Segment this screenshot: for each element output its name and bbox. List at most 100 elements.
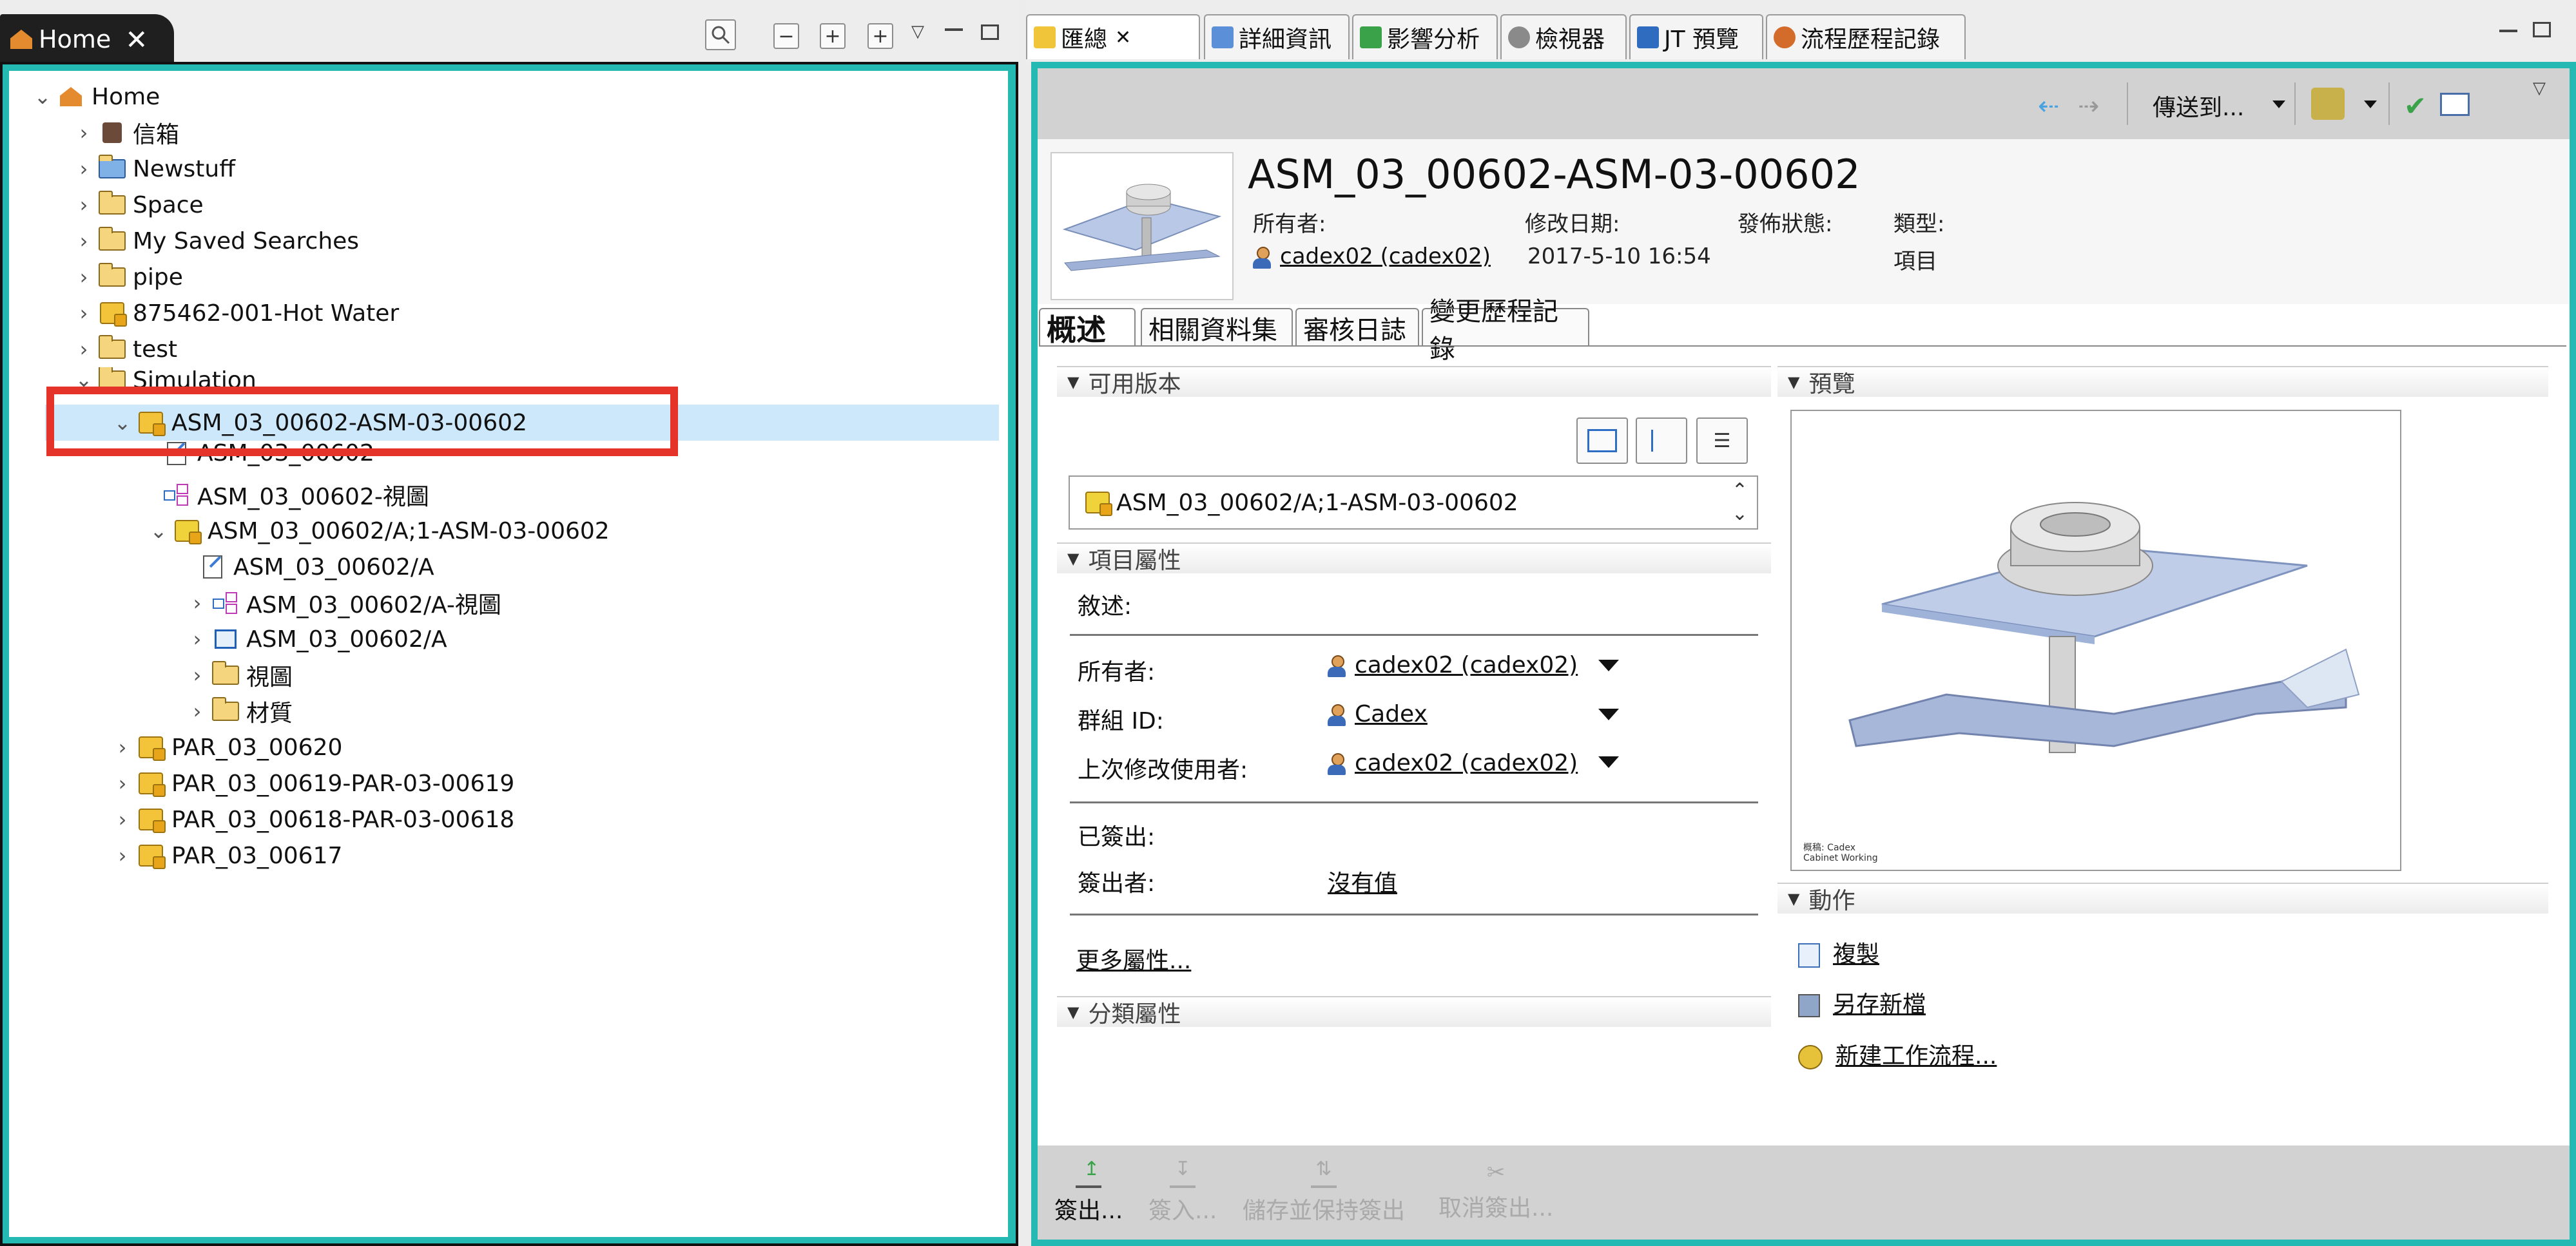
workflow-dropdown-icon[interactable]	[2364, 101, 2377, 108]
minimize-icon[interactable]	[945, 28, 963, 31]
last-modifier-value[interactable]: cadex02 (cadex02)	[1328, 750, 1578, 776]
minimize-icon[interactable]	[2499, 30, 2517, 32]
tab-viewer[interactable]: 檢視器	[1500, 14, 1627, 59]
tree-node-newstuff[interactable]: › Newstuff	[71, 151, 235, 187]
action-new-workflow[interactable]: 新建工作流程...	[1798, 1037, 1997, 1071]
check-icon[interactable]: ✔	[2404, 90, 2426, 122]
chevron-right-icon[interactable]: ›	[184, 699, 210, 724]
tab-change-history[interactable]: 變更歷程記錄	[1422, 297, 1589, 364]
chevron-right-icon[interactable]: ›	[71, 120, 97, 145]
chevron-right-icon[interactable]: ›	[110, 771, 135, 796]
save-keep-checkout-button[interactable]: ⇅ 儲存並保持簽出	[1243, 1160, 1405, 1225]
tree-node-home[interactable]: ⌄ Home	[30, 79, 160, 115]
checkin-button[interactable]: ↧ 簽入...	[1148, 1160, 1217, 1225]
tree-node-asm-revision[interactable]: ⌄ ASM_03_00602/A;1-ASM-03-00602	[146, 513, 610, 549]
section-actions[interactable]: ▼ 動作	[1777, 883, 2548, 914]
view-menu-icon[interactable]: ▽	[2533, 79, 2546, 98]
forward-arrow-icon[interactable]: ⇢	[2078, 91, 2100, 121]
checked-out-by-value[interactable]: 沒有值	[1328, 865, 1397, 898]
chevron-right-icon[interactable]: ›	[71, 157, 97, 181]
collapse-all-icon[interactable]: −	[773, 23, 799, 49]
tree-node-hot-water[interactable]: › 875462-001-Hot Water	[71, 295, 399, 331]
chevron-right-icon[interactable]: ›	[71, 193, 97, 217]
section-available-revisions[interactable]: ▼ 可用版本	[1057, 366, 1771, 398]
tree-node-par-619[interactable]: › PAR_03_00619-PAR-03-00619	[110, 765, 514, 801]
list-view-icon[interactable]: ☰	[1696, 417, 1748, 464]
chevron-right-icon[interactable]: ›	[71, 301, 97, 325]
chevron-right-icon[interactable]: ›	[71, 229, 97, 253]
action-save-as[interactable]: 另存新檔	[1798, 986, 1926, 1019]
close-icon[interactable]: ✕	[1115, 26, 1131, 49]
owner-label: 所有者:	[1253, 211, 1326, 237]
checkout-button[interactable]: ↥ 簽出...	[1054, 1160, 1123, 1225]
tree-node-saved-searches[interactable]: › My Saved Searches	[71, 223, 359, 259]
section-item-properties[interactable]: ▼ 項目屬性	[1057, 542, 1771, 574]
owner-prop-label: 所有者:	[1078, 659, 1156, 685]
search-icon[interactable]	[705, 19, 736, 50]
tree-node-rev-document[interactable]: ASM_03_00602/A	[197, 549, 434, 585]
section-preview[interactable]: ▼ 預覽	[1777, 366, 2548, 398]
chevron-right-icon[interactable]: ›	[184, 591, 210, 615]
chevron-down-icon[interactable]: ⌄	[146, 519, 171, 543]
action-copy[interactable]: 複製	[1798, 935, 1879, 969]
more-properties-link[interactable]: 更多屬性...	[1076, 942, 1191, 975]
send-to-dropdown-icon[interactable]	[2272, 101, 2285, 108]
chevron-right-icon[interactable]: ›	[110, 735, 135, 760]
tab-audit-log[interactable]: 審核日誌	[1295, 308, 1419, 347]
chevron-right-icon[interactable]: ›	[71, 337, 97, 361]
tab-related-datasets[interactable]: 相關資料集	[1141, 308, 1293, 347]
tree-node-simulation[interactable]: ⌄ Simulation	[71, 367, 257, 389]
tree-node-space[interactable]: › Space	[71, 187, 204, 223]
owner-value[interactable]: cadex02 (cadex02)	[1253, 244, 1491, 269]
tree-node-par-617[interactable]: › PAR_03_00617	[110, 838, 342, 874]
back-arrow-icon[interactable]: ⇠	[2038, 91, 2060, 121]
workflow-tool-icon[interactable]	[2311, 88, 2345, 120]
tab-impact-analysis[interactable]: 影響分析	[1352, 14, 1498, 59]
maximize-icon[interactable]	[981, 24, 999, 40]
chevron-right-icon[interactable]: ›	[71, 265, 97, 289]
chevron-right-icon[interactable]: ›	[110, 807, 135, 832]
cancel-checkout-button[interactable]: ✂ 取消簽出...	[1438, 1160, 1553, 1223]
tree-node-rev-views-folder[interactable]: › 視圖	[184, 657, 293, 693]
chevron-right-icon[interactable]: ›	[110, 843, 135, 868]
tab-summary[interactable]: 匯總 ✕	[1026, 14, 1200, 59]
section-classification[interactable]: ▼ 分類屬性	[1057, 996, 1771, 1028]
table-view-icon[interactable]	[1576, 417, 1628, 464]
close-icon[interactable]: ✕	[125, 24, 148, 55]
tab-overview[interactable]: 概述	[1039, 308, 1136, 347]
last-modifier-label: 上次修改使用者:	[1078, 757, 1248, 783]
tree-node-par-618[interactable]: › PAR_03_00618-PAR-03-00618	[110, 801, 514, 838]
chevron-down-icon[interactable]: ⌄	[30, 84, 55, 109]
tree-node-rev-material[interactable]: › 材質	[184, 693, 293, 729]
tree-node-mailbox[interactable]: › 信箱	[71, 115, 179, 151]
revision-list[interactable]: ASM_03_00602/A;1-ASM-03-00602 ⌃ ⌄	[1069, 475, 1758, 530]
tree-node-pipe[interactable]: › pipe	[71, 259, 183, 295]
chevron-right-icon[interactable]: ›	[184, 627, 210, 651]
window-icon[interactable]	[2440, 93, 2470, 116]
folder-icon	[97, 367, 128, 389]
tree-node-rev-view[interactable]: › ASM_03_00602/A-視圖	[184, 585, 501, 621]
tree-node-test[interactable]: › test	[71, 331, 177, 367]
tab-home[interactable]: Home ✕	[0, 14, 174, 64]
maximize-icon[interactable]	[2533, 22, 2551, 37]
group-id-value[interactable]: Cadex	[1328, 701, 1428, 727]
expand-icon[interactable]: +	[820, 23, 846, 49]
chevron-right-icon[interactable]: ›	[184, 663, 210, 687]
scroll-arrows-icon[interactable]: ⌃ ⌄	[1732, 479, 1748, 526]
owner-dropdown-icon[interactable]	[1598, 660, 1619, 671]
group-dropdown-icon[interactable]	[1598, 709, 1619, 720]
tree-node-rev-jt[interactable]: › ASM_03_00602/A	[184, 621, 447, 657]
tree-node-par-620[interactable]: › PAR_03_00620	[110, 729, 342, 765]
tab-details[interactable]: 詳細資訊	[1204, 14, 1350, 59]
owner-prop-value[interactable]: cadex02 (cadex02)	[1328, 652, 1578, 678]
chevron-down-icon[interactable]: ⌄	[71, 367, 97, 389]
view-menu-icon[interactable]: ▽	[911, 22, 924, 41]
expand-all-icon[interactable]: +	[867, 23, 893, 49]
tree-view-icon[interactable]	[1636, 417, 1687, 464]
tab-process-history[interactable]: 流程歷程記錄	[1766, 14, 1966, 59]
document-icon	[197, 554, 228, 580]
send-to-button[interactable]: 傳送到...	[2153, 89, 2244, 122]
tab-jt-preview[interactable]: JT 預覽	[1629, 14, 1763, 59]
tree-node-asm-view[interactable]: ASM_03_00602-視圖	[161, 477, 429, 513]
last-modifier-dropdown-icon[interactable]	[1598, 756, 1619, 768]
